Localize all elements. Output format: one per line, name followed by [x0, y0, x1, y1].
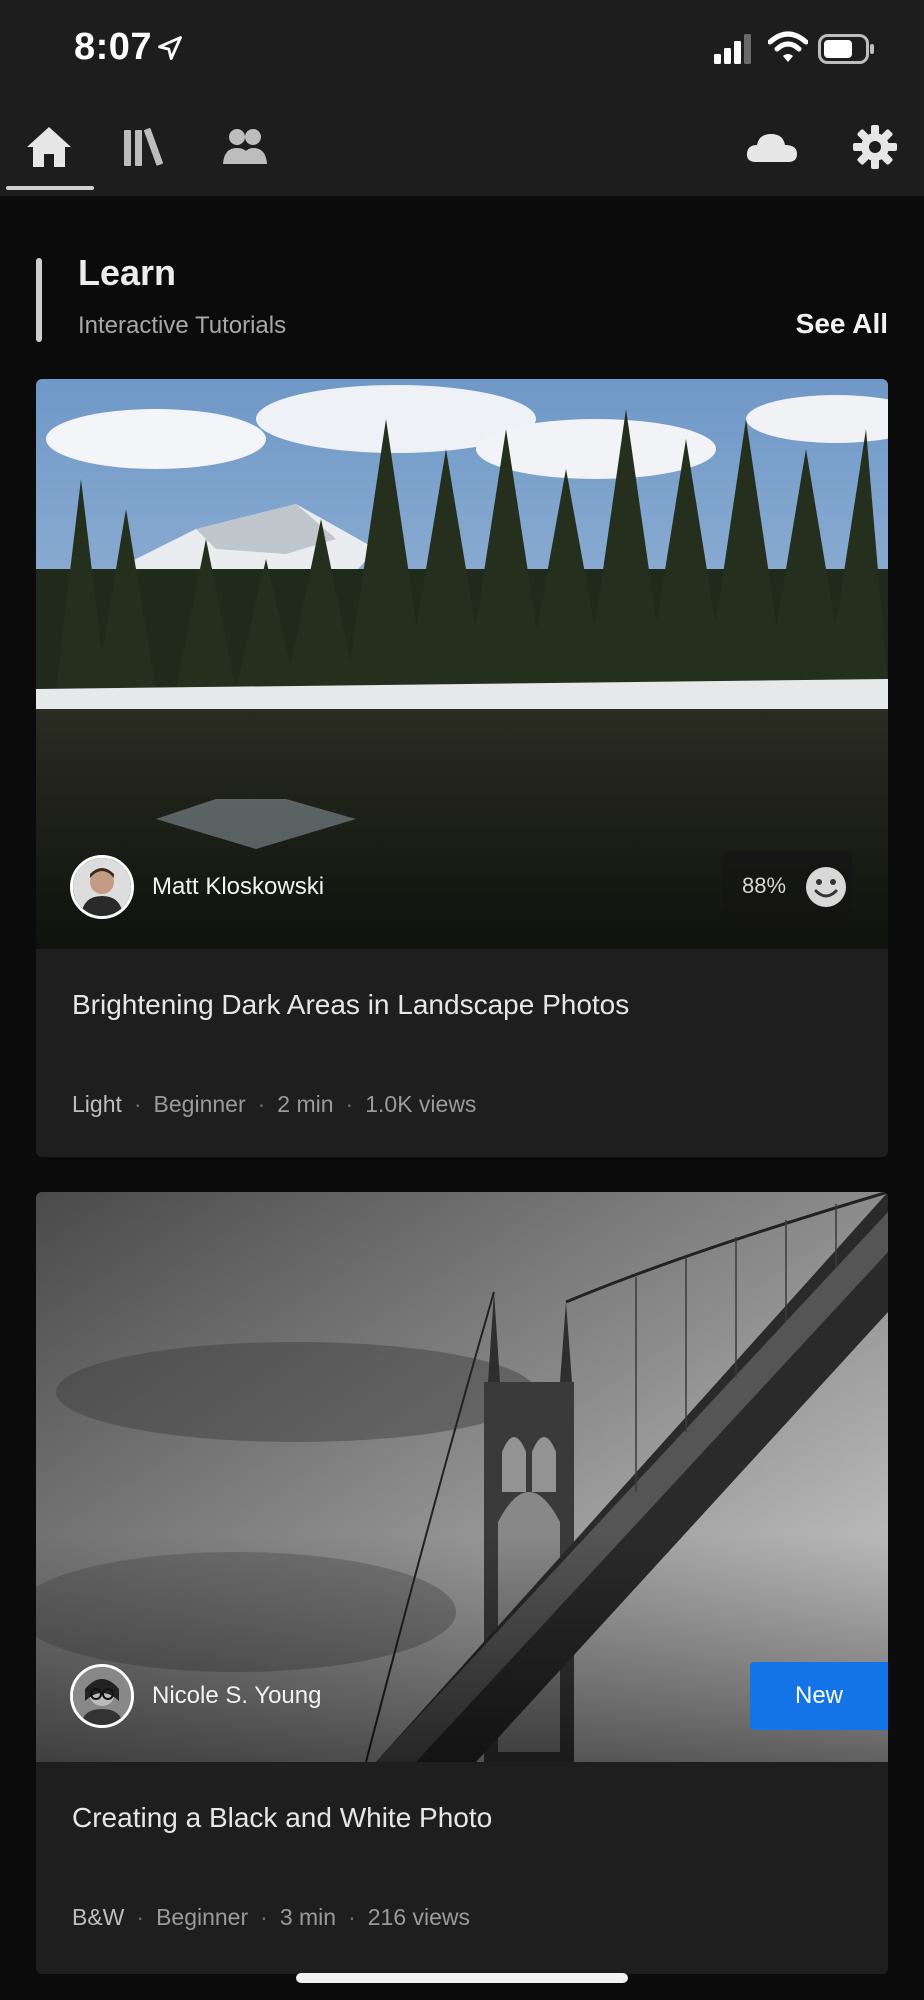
- new-badge: New: [750, 1662, 888, 1730]
- tutorial-meta: Light · Beginner · 2 min · 1.0K views: [72, 1091, 476, 1118]
- status-bar: 8:07: [0, 0, 924, 98]
- top-navigation: [0, 98, 924, 196]
- wifi-icon: [768, 31, 808, 62]
- section-subtitle: Interactive Tutorials: [78, 312, 287, 339]
- tutorial-card[interactable]: Matt Kloskowski 88% Brightening Dark Are…: [36, 379, 888, 1157]
- tutorial-meta: B&W · Beginner · 3 min · 216 views: [72, 1904, 470, 1931]
- meta-level: Beginner: [153, 1091, 246, 1117]
- people-icon[interactable]: [220, 122, 270, 172]
- meta-separator: ·: [133, 1091, 142, 1117]
- tutorial-title: Brightening Dark Areas in Landscape Phot…: [72, 989, 630, 1020]
- meta-level: Beginner: [156, 1904, 249, 1930]
- gear-icon[interactable]: [850, 122, 900, 172]
- meta-category: Light: [72, 1091, 122, 1117]
- battery-icon: [818, 34, 874, 64]
- rating-badge: 88%: [722, 851, 852, 921]
- section-accent-bar: [36, 258, 42, 342]
- meta-separator: ·: [260, 1904, 268, 1930]
- status-time: 8:07: [74, 26, 153, 68]
- meta-views: 1.0K views: [365, 1091, 477, 1117]
- author-avatar: [70, 855, 134, 919]
- meta-separator: ·: [345, 1091, 354, 1117]
- meta-duration: 2 min: [277, 1091, 334, 1117]
- meta-separator: ·: [348, 1904, 356, 1930]
- author-avatar: [70, 1664, 134, 1728]
- meta-separator: ·: [136, 1904, 145, 1930]
- meta-views: 216 views: [367, 1904, 471, 1930]
- location-arrow-icon: [158, 36, 182, 60]
- tutorial-title: Creating a Black and White Photo: [72, 1802, 493, 1833]
- author-name: Matt Kloskowski: [152, 873, 325, 900]
- home-icon[interactable]: [24, 122, 74, 172]
- see-all-link[interactable]: See All: [796, 308, 888, 340]
- tutorial-card[interactable]: Nicole S. Young New Creating a Black and…: [36, 1192, 888, 1974]
- cloud-icon[interactable]: [744, 122, 800, 172]
- meta-separator: ·: [257, 1091, 266, 1117]
- home-indicator[interactable]: [296, 1973, 628, 1983]
- rating-percent: 88%: [742, 873, 787, 898]
- cellular-signal-icon: [714, 34, 751, 64]
- meta-category: B&W: [72, 1904, 125, 1930]
- library-icon[interactable]: [120, 122, 170, 172]
- meta-duration: 3 min: [279, 1904, 337, 1930]
- section-title: Learn: [78, 252, 177, 293]
- author-name: Nicole S. Young: [152, 1682, 322, 1709]
- active-tab-indicator: [6, 186, 94, 190]
- smiley-icon: [806, 867, 846, 907]
